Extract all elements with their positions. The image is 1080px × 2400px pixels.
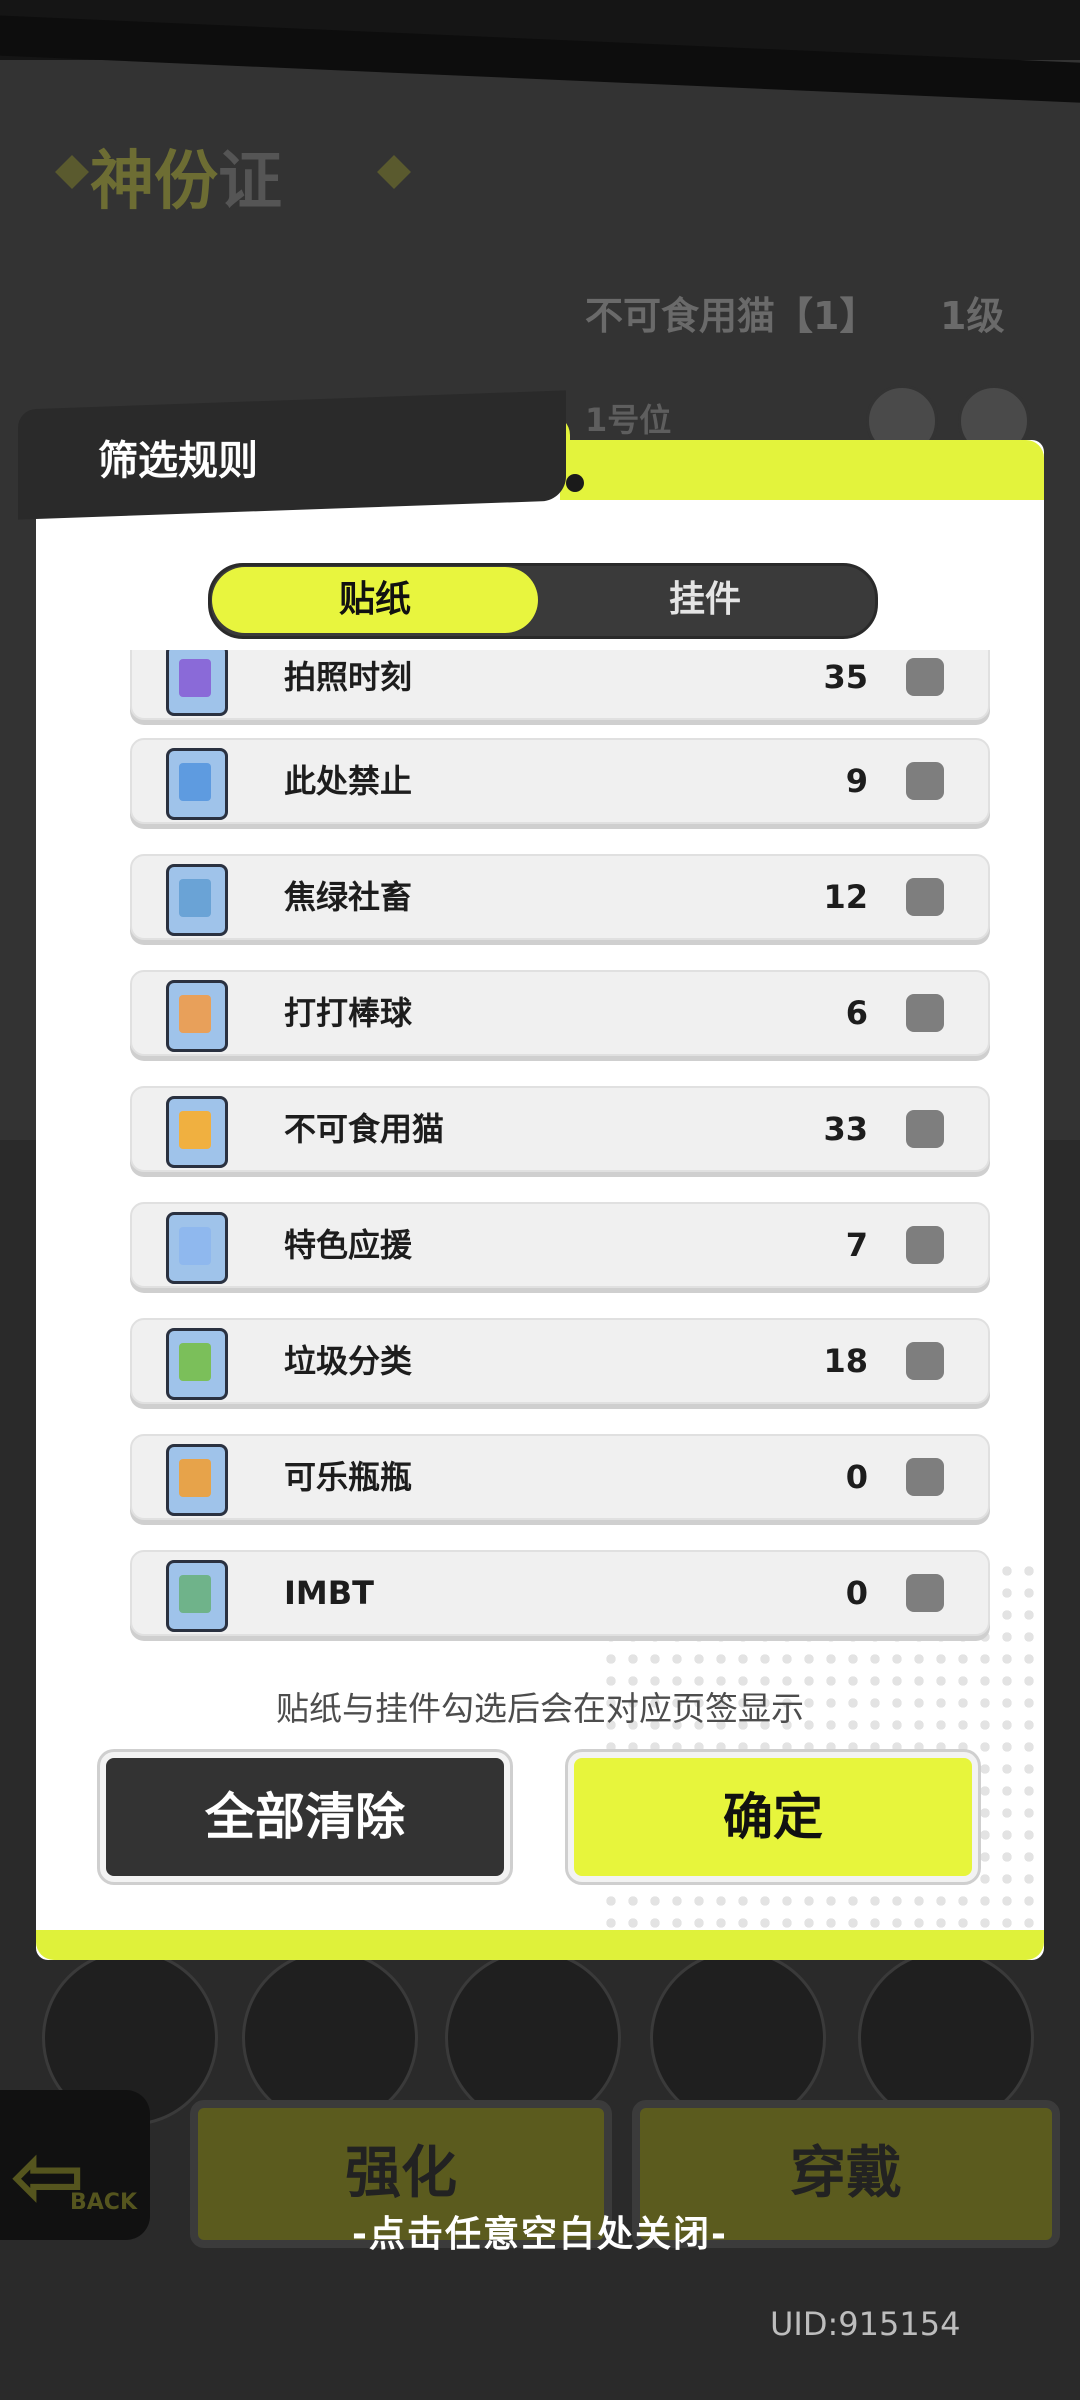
modal-accent-stripe — [560, 440, 1044, 500]
decorative-dot — [566, 474, 584, 492]
close-hint[interactable]: -点击任意空白处关闭- — [0, 2205, 1080, 2257]
sticker-pack-icon — [166, 1328, 228, 1400]
sticker-pack-icon — [166, 864, 228, 936]
list-item[interactable]: 拍照时刻 35 — [130, 650, 990, 720]
sticker-pack-icon — [166, 1444, 228, 1516]
list-item[interactable]: 可乐瓶瓶 0 — [130, 1434, 990, 1520]
tab-stickers[interactable]: 贴纸 — [212, 567, 538, 633]
checkbox[interactable] — [906, 878, 944, 916]
checkbox[interactable] — [906, 1110, 944, 1148]
checkbox[interactable] — [906, 1342, 944, 1380]
modal-title: 筛选规则 — [98, 438, 258, 484]
uid-label: UID:915154 — [770, 2305, 961, 2343]
list-item[interactable]: 此处禁止 9 — [130, 738, 990, 824]
checkbox[interactable] — [906, 1574, 944, 1612]
filter-hint: 贴纸与挂件勾选后会在对应页签显示 — [276, 1689, 804, 1728]
checkbox[interactable] — [906, 762, 944, 800]
sticker-pack-icon — [166, 1096, 228, 1168]
modal-bottom-stripe — [36, 1930, 1044, 1960]
clear-all-button[interactable]: 全部清除 — [100, 1752, 510, 1882]
list-item[interactable]: 特色应援 7 — [130, 1202, 990, 1288]
list-item[interactable]: 打打棒球 6 — [130, 970, 990, 1056]
sticker-pack-icon — [166, 980, 228, 1052]
sticker-pack-icon — [166, 748, 228, 820]
checkbox[interactable] — [906, 1458, 944, 1496]
sticker-pack-icon — [166, 650, 228, 716]
character-name: 不可食用猫【1】 — [585, 294, 878, 338]
checkbox[interactable] — [906, 1226, 944, 1264]
list-item[interactable]: 不可食用猫 33 — [130, 1086, 990, 1172]
background-title: 神份证 — [90, 145, 282, 219]
checkbox[interactable] — [906, 658, 944, 696]
list-item[interactable]: 焦绿社畜 12 — [130, 854, 990, 940]
list-item[interactable]: 垃圾分类 18 — [130, 1318, 990, 1404]
tab-pendants[interactable]: 挂件 — [540, 567, 870, 633]
filter-list[interactable]: 拍照时刻 35 此处禁止 9 焦绿社畜 12 打打棒球 6 不可食用猫 33 特… — [36, 650, 1044, 1650]
list-item[interactable]: IMBT 0 — [130, 1550, 990, 1636]
checkbox[interactable] — [906, 994, 944, 1032]
confirm-button[interactable]: 确定 — [568, 1752, 978, 1882]
sticker-pack-icon — [166, 1560, 228, 1632]
slot-label: 1号位 — [585, 401, 672, 439]
character-level: 1级 — [940, 294, 1005, 338]
sticker-pack-icon — [166, 1212, 228, 1284]
